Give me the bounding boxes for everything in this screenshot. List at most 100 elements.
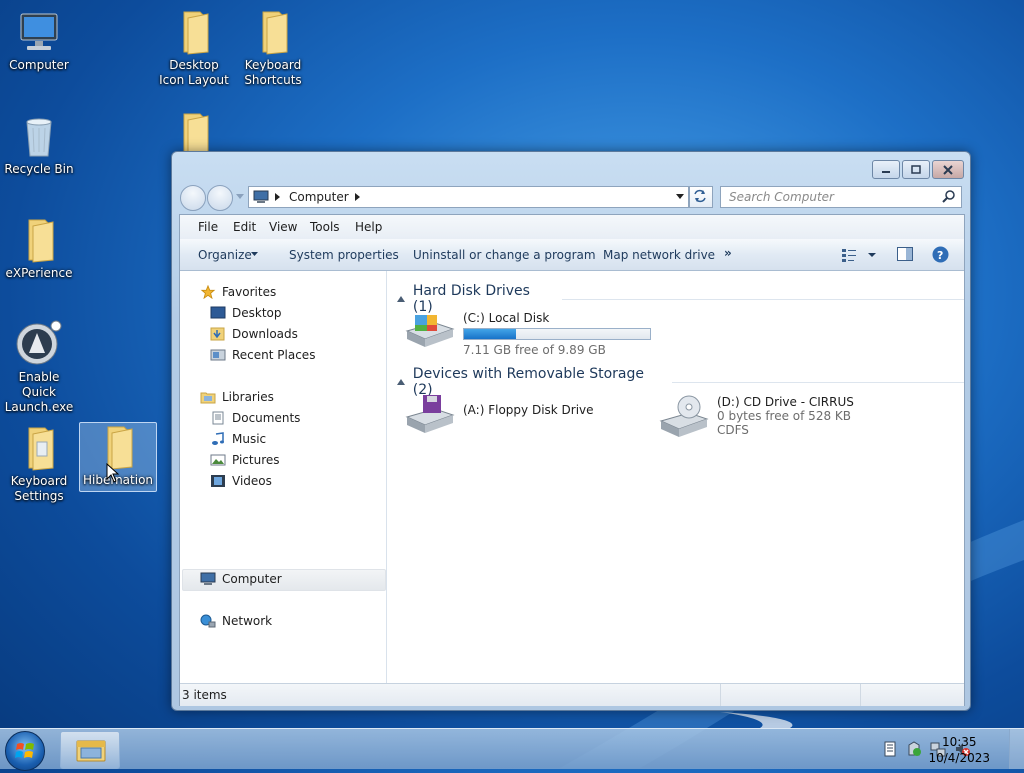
chevron-down-icon — [251, 252, 258, 256]
music-icon — [212, 432, 224, 445]
system-properties-button[interactable]: System properties — [289, 248, 399, 262]
nav-libraries-label: Libraries — [222, 390, 274, 404]
action-center-icon[interactable] — [906, 741, 922, 757]
nav-recent-places[interactable]: Recent Places — [210, 346, 315, 364]
recent-pages-dropdown[interactable] — [236, 194, 244, 200]
desktop-icon-label: Keyboard Settings — [10, 474, 68, 503]
nav-documents[interactable]: Documents — [210, 409, 300, 427]
desktop-icon-keyboard-shortcuts[interactable]: Keyboard Shortcuts — [235, 8, 311, 88]
navigation-pane: Favorites Desktop Downloads Recent Place… — [180, 271, 387, 683]
search-icon[interactable] — [942, 190, 956, 204]
desktop-icon-computer[interactable]: Computer — [1, 8, 77, 73]
computer-icon — [253, 190, 269, 203]
back-button[interactable] — [180, 185, 206, 211]
desktop-icon-recycle-bin[interactable]: Recycle Bin — [1, 112, 77, 177]
recycle-bin-icon — [26, 118, 52, 157]
drive-d-name: (D:) CD Drive - CIRRUS — [717, 395, 854, 409]
desktop-icon-experience[interactable]: eXPerience — [1, 216, 77, 281]
menu-edit[interactable]: Edit — [233, 220, 256, 234]
status-divider — [860, 684, 861, 706]
clock[interactable]: 10:35 10/4/2023 — [928, 734, 990, 766]
star-icon — [200, 285, 216, 299]
recent-places-icon — [210, 349, 226, 361]
svg-text:?: ? — [937, 249, 943, 262]
navigation-row: Computer Search Computer — [180, 184, 964, 211]
search-box[interactable]: Search Computer — [720, 186, 962, 208]
address-location[interactable]: Computer — [289, 190, 349, 204]
nav-computer[interactable]: Computer — [200, 570, 282, 588]
desktop-icon-keyboard-settings[interactable]: Keyboard Settings — [1, 424, 77, 504]
folder-icon — [28, 427, 54, 471]
drive-a[interactable]: (A:) Floppy Disk Drive — [405, 395, 594, 435]
notes-icon[interactable] — [882, 741, 898, 757]
hard-disk-icon — [405, 315, 455, 347]
desktop-icon-enable-quick-launch[interactable]: Enable Quick Launch.exe — [1, 320, 77, 415]
nav-videos-label: Videos — [232, 474, 272, 488]
pictures-icon — [210, 454, 226, 466]
drive-c-usage-bar — [463, 328, 651, 340]
computer-icon — [200, 572, 216, 585]
map-network-drive-button[interactable]: Map network drive — [603, 248, 715, 262]
organize-button[interactable]: Organize — [198, 248, 252, 262]
taskbar-explorer-button[interactable] — [60, 731, 120, 769]
preview-pane-button[interactable] — [897, 247, 913, 261]
close-button[interactable] — [932, 160, 964, 179]
drive-c[interactable]: (C:) Local Disk 7.11 GB free of 9.89 GB — [405, 311, 651, 357]
drive-d[interactable]: (D:) CD Drive - CIRRUS 0 bytes free of 5… — [659, 395, 854, 439]
breadcrumb-arrow-icon[interactable] — [355, 193, 361, 201]
menu-tools[interactable]: Tools — [310, 220, 340, 234]
clock-date: 10/4/2023 — [928, 751, 990, 765]
uninstall-program-button[interactable]: Uninstall or change a program — [413, 248, 596, 262]
help-icon[interactable]: ? — [932, 246, 949, 263]
status-bar: 3 items — [180, 683, 964, 706]
desktop-icon-desktop-icon-layout[interactable]: Desktop Icon Layout — [156, 8, 232, 88]
nav-videos[interactable]: Videos — [210, 472, 272, 490]
maximize-icon — [911, 164, 921, 174]
content-pane: Hard Disk Drives (1) (C:) Local Disk 7.1… — [387, 271, 965, 683]
minimize-icon — [882, 170, 890, 173]
explorer-window[interactable]: Computer Search Computer File Edit View … — [171, 151, 971, 711]
nav-music[interactable]: Music — [210, 430, 266, 448]
nav-network[interactable]: Network — [200, 612, 272, 630]
forward-button[interactable] — [207, 185, 233, 211]
maximize-button[interactable] — [902, 160, 930, 179]
nav-network-label: Network — [222, 614, 273, 628]
desktop-icon-partial[interactable] — [156, 110, 232, 154]
address-dropdown-icon[interactable] — [676, 194, 684, 200]
videos-icon — [211, 475, 225, 487]
group-removable-title: Devices with Removable Storage (2) — [412, 366, 644, 398]
start-button[interactable] — [5, 731, 45, 771]
more-commands-button[interactable]: » — [724, 246, 732, 260]
address-bar[interactable]: Computer — [248, 186, 689, 208]
refresh-button[interactable] — [689, 186, 713, 208]
nav-pictures[interactable]: Pictures — [210, 451, 280, 469]
mouse-cursor-icon — [106, 463, 120, 483]
windows-logo-icon — [15, 743, 34, 758]
nav-recent-places-label: Recent Places — [232, 348, 316, 362]
folder-icon — [262, 11, 288, 55]
status-divider — [720, 684, 721, 706]
menu-help[interactable]: Help — [355, 220, 382, 234]
caption-buttons — [872, 160, 964, 179]
minimize-button[interactable] — [872, 160, 900, 179]
floppy-drive-icon — [405, 395, 455, 433]
nav-favorites[interactable]: Favorites — [200, 283, 276, 301]
change-view-button[interactable] — [841, 247, 877, 263]
libraries-icon — [200, 392, 216, 404]
nav-libraries[interactable]: Libraries — [200, 388, 274, 406]
drive-d-filesystem: CDFS — [717, 423, 749, 437]
desktop-icon-label: Keyboard Shortcuts — [244, 58, 302, 87]
menu-view[interactable]: View — [269, 220, 297, 234]
group-removable-storage[interactable]: Devices with Removable Storage (2) — [397, 366, 965, 398]
status-item-count: 3 items — [182, 688, 227, 702]
clock-time: 10:35 — [941, 735, 977, 749]
computer-icon — [20, 13, 58, 50]
breadcrumb-arrow-icon — [275, 193, 280, 201]
nav-downloads[interactable]: Downloads — [210, 325, 298, 343]
nav-desktop[interactable]: Desktop — [210, 304, 282, 322]
show-desktop-button[interactable] — [1009, 729, 1024, 769]
group-divider — [671, 381, 965, 383]
menu-file[interactable]: File — [198, 220, 218, 234]
network-icon — [200, 614, 216, 628]
menu-bar: File Edit View Tools Help — [180, 215, 964, 240]
